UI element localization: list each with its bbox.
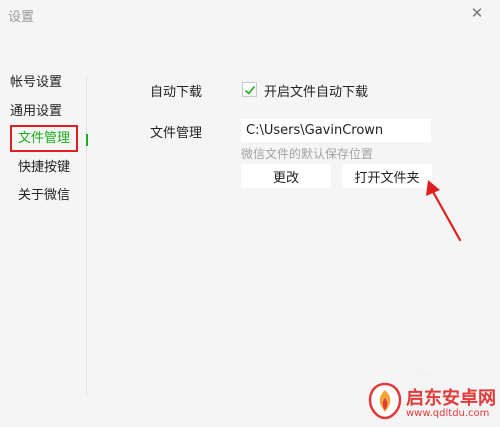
window-title: 设置	[8, 10, 35, 25]
sidebar-item-general[interactable]: 通用设置	[10, 101, 62, 123]
sidebar-item-about[interactable]: 关于微信	[18, 185, 70, 207]
watermark-url: www.qdltdu.com	[406, 408, 490, 419]
open-folder-button[interactable]: 打开文件夹	[342, 164, 432, 188]
save-path-field[interactable]	[241, 119, 431, 142]
active-indicator	[86, 134, 88, 146]
auto-download-label: 自动下载	[150, 85, 203, 100]
title-bar: 设置 ✕	[0, 0, 500, 30]
file-management-label: 文件管理	[150, 126, 203, 141]
red-highlight-box	[10, 125, 78, 152]
auto-download-checkbox[interactable]	[242, 82, 257, 97]
sidebar-divider	[86, 76, 87, 396]
watermark-logo-icon	[368, 382, 402, 420]
sidebar-item-account[interactable]: 帐号设置	[10, 72, 62, 94]
red-arrow-annotation	[426, 180, 462, 242]
save-path-hint: 微信文件的默认保存位置	[241, 147, 374, 161]
close-icon[interactable]: ✕	[468, 4, 486, 22]
watermark: 启东安卓网 www.qdltdu.com	[368, 380, 496, 424]
watermark-name: 启东安卓网	[406, 388, 496, 409]
settings-window: 设置 ✕ 帐号设置 通用设置 文件管理 快捷按键 关于微信 自动下载 开启文件自…	[0, 0, 500, 427]
change-button[interactable]: 更改	[241, 164, 331, 188]
sidebar-item-shortcuts[interactable]: 快捷按键	[18, 157, 70, 179]
auto-download-checkbox-label[interactable]: 开启文件自动下载	[264, 81, 368, 100]
checkmark-icon	[244, 85, 256, 95]
